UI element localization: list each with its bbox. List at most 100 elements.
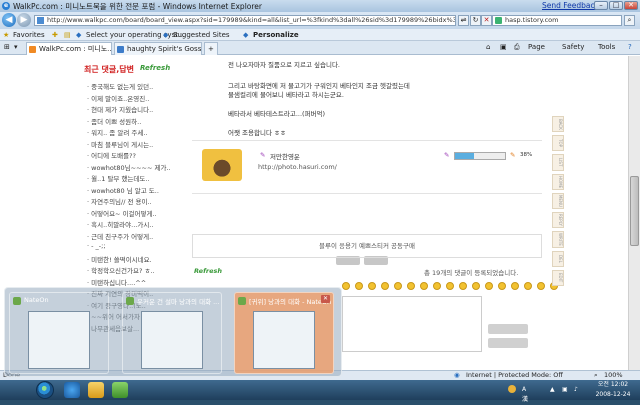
safety-menu[interactable]: Safety: [562, 41, 584, 54]
forward-button[interactable]: ▶: [17, 13, 31, 27]
emoticon-icon[interactable]: [394, 282, 402, 290]
vertical-scrollbar[interactable]: [628, 56, 640, 370]
recent-comment-item[interactable]: · 미탠한! 쓸떡이시네요.: [84, 254, 182, 266]
thumbnail-nateon[interactable]: NateOn: [9, 292, 109, 374]
comment-input[interactable]: [342, 296, 482, 352]
author-url[interactable]: http://photo.hasuri.com/: [258, 163, 337, 171]
comment-submit-button[interactable]: [488, 324, 528, 334]
emoticon-icon[interactable]: [355, 282, 363, 290]
recent-comment-item[interactable]: · 월..1 탈부 했는데도..: [84, 173, 182, 185]
recent-comment-item[interactable]: · 흑시..히말라야...가시..: [84, 219, 182, 231]
page-menu[interactable]: Page: [528, 41, 545, 54]
recent-comment-item[interactable]: · 어디에 도배를??: [84, 150, 182, 162]
add-favorite-icon[interactable]: ✚: [52, 29, 58, 41]
recent-comment-item[interactable]: · 워지.. 좀 알려 주세..: [84, 127, 182, 139]
recent-comment-item[interactable]: · 자연주의님// 전 용이..: [84, 196, 182, 208]
comment-refresh-button[interactable]: Refresh: [194, 267, 222, 275]
quick-tabs-icon[interactable]: ⊞: [4, 41, 10, 54]
emoticon-icon[interactable]: [446, 282, 454, 290]
author-name[interactable]: 저만한영운: [270, 151, 300, 161]
emoticon-icon[interactable]: [459, 282, 467, 290]
tools-menu[interactable]: Tools: [598, 41, 615, 54]
help-icon[interactable]: ?: [628, 41, 632, 54]
quick-nav-tab[interactable]: EDIT: [552, 269, 564, 286]
emoticon-icon[interactable]: [485, 282, 493, 290]
emoticon-icon[interactable]: [498, 282, 506, 290]
suggested-sites-link[interactable]: Suggested Sites: [173, 29, 230, 41]
emoticon-icon[interactable]: [407, 282, 415, 290]
recent-comment-item[interactable]: · 어떻어요~ 이걸어떻게..: [84, 208, 182, 220]
quick-nav-tab[interactable]: TOP: [552, 135, 564, 152]
network-icon[interactable]: ▣: [562, 385, 568, 395]
new-tab-button[interactable]: +: [204, 42, 218, 55]
explorer-taskbar-icon[interactable]: [88, 382, 104, 398]
stop-button[interactable]: ✕: [481, 15, 492, 26]
compat-view-button[interactable]: ⇌: [458, 15, 469, 26]
quick-nav-tab[interactable]: MENU: [552, 192, 564, 210]
send-feedback-link[interactable]: Send Feedback: [542, 1, 599, 10]
home-icon[interactable]: ⌂: [486, 41, 490, 54]
refresh-button[interactable]: ↻: [470, 15, 481, 26]
minimize-button[interactable]: –: [594, 1, 608, 10]
up-arrow-icon[interactable]: ▲: [550, 385, 555, 395]
recent-comment-item[interactable]: · 중국해도 없는게 있던..: [84, 81, 182, 93]
emoticon-icon[interactable]: [342, 282, 350, 290]
recent-comment-item[interactable]: · wowhot80님~~~~ 제가..: [84, 162, 182, 174]
tab-list-icon[interactable]: ▾: [14, 41, 18, 54]
feed-icon[interactable]: ▣: [500, 41, 507, 54]
thumbnail-chat-2[interactable]: [귀위] 낭과의 대화 - NateOn ✕: [234, 292, 334, 374]
close-button[interactable]: ✕: [624, 1, 638, 10]
language-indicator[interactable]: A 漢: [522, 385, 528, 405]
ie-logo-icon: e: [2, 2, 10, 10]
maximize-button[interactable]: □: [609, 1, 623, 10]
recent-comment-item[interactable]: · 이제 말이죠..온영진..: [84, 93, 182, 105]
quick-nav-tab[interactable]: REPLY: [552, 212, 564, 229]
emoticon-icon[interactable]: [368, 282, 376, 290]
emoticon-icon[interactable]: [472, 282, 480, 290]
emoticon-icon[interactable]: [433, 282, 441, 290]
emoticon-icon[interactable]: [420, 282, 428, 290]
zoom-icon[interactable]: ⌕: [594, 371, 598, 380]
tab-haughty-spirit[interactable]: haughty Spirit's Gossip ::...: [114, 42, 202, 55]
back-button[interactable]: ◀: [2, 13, 16, 27]
clock-time[interactable]: 오전 12:02: [588, 380, 638, 390]
recent-refresh-button[interactable]: Refresh: [140, 64, 170, 72]
emoticon-icon[interactable]: [524, 282, 532, 290]
emoticon-icon[interactable]: [511, 282, 519, 290]
quick-nav-tab[interactable]: WRITE: [552, 231, 564, 248]
thumbnail-close-button[interactable]: ✕: [321, 295, 330, 303]
ie-taskbar-icon[interactable]: [64, 382, 80, 398]
zoom-level[interactable]: 100%: [604, 371, 623, 380]
quick-nav-tab[interactable]: HOME: [552, 173, 564, 190]
quick-nav-tab[interactable]: DEL: [552, 250, 564, 267]
quick-nav-tab[interactable]: BACK: [552, 116, 564, 133]
recent-comment-item[interactable]: · 좀더 이쁘 성원하..: [84, 116, 182, 128]
recent-comment-item[interactable]: · 학정학으신건가요? ㅎ..: [84, 265, 182, 277]
feeds-icon[interactable]: ▤: [64, 29, 71, 41]
scrollbar-thumb[interactable]: [630, 176, 639, 246]
recent-comment-item[interactable]: · 마침 블루님이 게시는..: [84, 139, 182, 151]
volume-icon[interactable]: ♪: [574, 385, 578, 395]
recent-comment-item[interactable]: · 근데 친구주가 어떻게..: [84, 231, 182, 243]
comment-cancel-button[interactable]: [488, 338, 528, 348]
recent-comment-item[interactable]: · - _-;;: [84, 242, 182, 254]
quick-nav-tab[interactable]: LIST: [552, 154, 564, 171]
tab-walkpc[interactable]: WalkPc.com : 미니노...: [26, 42, 112, 55]
emoticon-icon[interactable]: [381, 282, 389, 290]
tray-app-icon[interactable]: [508, 385, 516, 393]
search-icon[interactable]: ⌕: [624, 15, 635, 26]
emoticon-icon[interactable]: [537, 282, 545, 290]
thumbnail-chat-1[interactable]: 우커운 건 설마 낭과의 대화 ...: [122, 292, 222, 374]
nateon-taskbar-icon[interactable]: [112, 382, 128, 398]
recent-comment-item[interactable]: · 현대 제가 지웠습니다..: [84, 104, 182, 116]
start-button[interactable]: [36, 381, 54, 399]
address-input[interactable]: http://www.walkpc.com/board/board_view.a…: [34, 15, 456, 26]
recent-comment-item[interactable]: · wowhot80 님 알고 도..: [84, 185, 182, 197]
clock-date[interactable]: 2008-12-24: [588, 390, 638, 400]
personalize-link[interactable]: Personalize: [253, 29, 299, 41]
search-input[interactable]: hasp.tistory.com: [492, 15, 622, 26]
print-icon[interactable]: ⎙: [514, 41, 520, 54]
favorite-link-os[interactable]: Select your operating syst...: [86, 29, 185, 41]
favorites-button[interactable]: Favorites: [13, 29, 45, 41]
group-buy-banner[interactable]: 블루이 응용기 예쁘스티커 공동구매: [192, 234, 542, 258]
